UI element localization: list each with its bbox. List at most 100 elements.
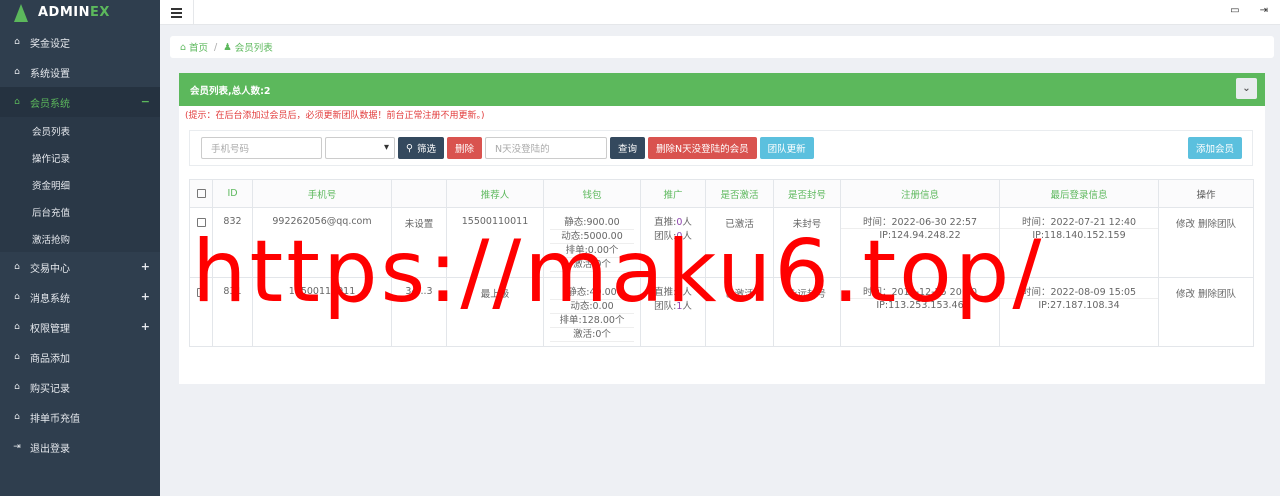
home-icon: ⌂ bbox=[14, 322, 20, 332]
cell-promo: 直推:1人 团队:1人 bbox=[640, 277, 706, 347]
phone-search-input[interactable]: 手机号码 bbox=[201, 137, 322, 159]
sidebar-item-bonus-settings[interactable]: ⌂ 奖金设定 bbox=[0, 27, 160, 57]
cell-id: 832 bbox=[212, 207, 253, 278]
expand-icon: + bbox=[140, 260, 150, 273]
logout-icon[interactable]: ⇥ bbox=[1260, 5, 1268, 16]
col-activated[interactable]: 是否激活 bbox=[705, 179, 774, 208]
row-checkbox[interactable] bbox=[196, 218, 206, 227]
col-operations: 操作 bbox=[1158, 179, 1254, 208]
logo-icon bbox=[12, 3, 30, 22]
sidebar-item-member-system[interactable]: ⌂ 会员系统 − bbox=[0, 87, 160, 117]
home-icon: ⌂ bbox=[180, 41, 187, 53]
sidebar-item-label: 商品添加 bbox=[30, 353, 70, 365]
cell-promo: 直推:0人 团队:0人 bbox=[640, 207, 706, 278]
home-icon: ⌂ bbox=[14, 262, 20, 272]
sidebar-item-label: 系统设置 bbox=[30, 68, 70, 80]
sidebar-item-logout[interactable]: ⇥ 退出登录 bbox=[0, 432, 160, 462]
col-promo[interactable]: 推广 bbox=[640, 179, 706, 208]
wallet-activation: 激活:0个 bbox=[550, 258, 634, 272]
wallet-activation: 激活:0个 bbox=[550, 328, 634, 342]
days-input[interactable]: N天没登陆的 bbox=[485, 137, 607, 159]
delete-team-link[interactable]: 删除团队 bbox=[1198, 219, 1236, 230]
sidebar-item-permissions[interactable]: ⌂ 权限管理 + bbox=[0, 312, 160, 342]
wallet-queue: 排单:0.00个 bbox=[550, 244, 634, 258]
sidebar-item-label: 会员系统 bbox=[30, 98, 70, 110]
topbar: ▭ ⇥ bbox=[160, 0, 1280, 25]
submenu-item-activation-purchase[interactable]: 激活抢购 bbox=[0, 225, 160, 252]
logout-icon: ⇥ bbox=[13, 442, 21, 452]
cell-phone[interactable]: 15500110011 bbox=[252, 277, 392, 347]
delete-button[interactable]: 删除 bbox=[446, 137, 482, 159]
home-icon: ⌂ bbox=[14, 292, 20, 302]
submenu-item-operation-log[interactable]: 操作记录 bbox=[0, 144, 160, 171]
sidebar-item-label: 交易中心 bbox=[30, 263, 70, 275]
edit-link[interactable]: 修改 bbox=[1176, 219, 1195, 230]
reg-time: 时间：2019-12-25 20:10 bbox=[841, 286, 999, 299]
sidebar-item-trade-center[interactable]: ⌂ 交易中心 + bbox=[0, 252, 160, 282]
delete-team-link[interactable]: 删除团队 bbox=[1198, 289, 1236, 300]
row-checkbox[interactable] bbox=[196, 288, 206, 297]
col-reg-info[interactable]: 注册信息 bbox=[840, 179, 1000, 208]
sidebar-item-system-settings[interactable]: ⌂ 系统设置 bbox=[0, 57, 160, 87]
col-phone[interactable]: 手机号 bbox=[252, 179, 392, 208]
col-banned[interactable]: 是否封号 bbox=[773, 179, 841, 208]
login-time: 时间：2022-08-09 15:05 bbox=[1000, 286, 1158, 299]
sidebar-item-add-product[interactable]: ⌂ 商品添加 bbox=[0, 342, 160, 372]
col-login-info[interactable]: 最后登录信息 bbox=[999, 179, 1159, 208]
sidebar-item-message-system[interactable]: ⌂ 消息系统 + bbox=[0, 282, 160, 312]
breadcrumb-home[interactable]: 首页 bbox=[189, 40, 208, 54]
col-wallet[interactable]: 钱包 bbox=[543, 179, 641, 208]
promo-direct-unit: 人 bbox=[682, 217, 692, 228]
chevron-down-icon: ⌄ bbox=[1242, 83, 1251, 94]
sidebar-item-queue-coin-recharge[interactable]: ⌂ 排单币充值 bbox=[0, 402, 160, 432]
cell-phone[interactable]: 992262056@qq.com bbox=[252, 207, 392, 278]
sidebar-item-purchase-records[interactable]: ⌂ 购买记录 bbox=[0, 372, 160, 402]
query-button[interactable]: 查询 bbox=[610, 137, 646, 159]
submenu: 会员列表 操作记录 资金明细 后台充值 激活抢购 bbox=[0, 117, 160, 252]
cell-activated: 已激活 bbox=[705, 207, 774, 278]
select-all-checkbox[interactable] bbox=[196, 188, 206, 198]
select-all-cell bbox=[189, 179, 213, 208]
col-referrer[interactable]: 推荐人 bbox=[446, 179, 544, 208]
delete-inactive-button[interactable]: 删除N天没登陆的会员 bbox=[648, 137, 757, 159]
add-member-button[interactable]: 添加会员 bbox=[1187, 137, 1242, 159]
submenu-item-backend-recharge[interactable]: 后台充值 bbox=[0, 198, 160, 225]
cell-operations: 修改 删除团队 bbox=[1158, 277, 1254, 347]
brand-name-accent: EX bbox=[90, 5, 110, 20]
menu-toggle-button[interactable] bbox=[160, 0, 194, 25]
home-icon: ⌂ bbox=[14, 67, 20, 77]
submenu-item-fund-details[interactable]: 资金明细 bbox=[0, 171, 160, 198]
submenu-item-member-list[interactable]: 会员列表 bbox=[0, 117, 160, 144]
filter-button[interactable]: ⚲ 筛选 bbox=[398, 137, 444, 159]
table-header-row: ID 手机号 推荐人 钱包 推广 是否激活 是否封号 注册信息 最后登录信息 操… bbox=[189, 179, 1254, 208]
status-select[interactable] bbox=[325, 137, 395, 159]
cell-name: 未设置 bbox=[391, 207, 447, 278]
laptop-icon[interactable]: ▭ bbox=[1230, 5, 1239, 16]
collapse-button[interactable]: ⌄ bbox=[1236, 78, 1257, 99]
breadcrumb-separator: / bbox=[214, 41, 218, 53]
filter-button-label: 筛选 bbox=[416, 144, 436, 155]
cell-activated: 已激活 bbox=[705, 277, 774, 347]
panel-header: 会员列表,总人数:2 ⌄ bbox=[179, 73, 1265, 106]
reg-time: 时间：2022-06-30 22:57 bbox=[841, 216, 999, 229]
promo-direct: 直推:1人 bbox=[641, 286, 705, 300]
promo-team-unit: 人 bbox=[682, 231, 692, 242]
wallet-static: 静态:900.00 bbox=[550, 216, 634, 230]
sidebar-item-label: 排单币充值 bbox=[30, 413, 80, 425]
edit-link[interactable]: 修改 bbox=[1176, 289, 1195, 300]
cell-banned: 永远封号 bbox=[773, 277, 841, 347]
col-id[interactable]: ID bbox=[212, 179, 253, 208]
sidebar-item-label: 退出登录 bbox=[30, 443, 70, 455]
cell-wallet: 静态:40.00 动态:0.00 排单:128.00个 激活:0个 bbox=[543, 277, 641, 347]
brand-logo[interactable]: ADMINEX bbox=[0, 0, 160, 25]
panel-hint: (提示：在后台添加过会员后，必须更新团队数据！前台正常注册不用更新。) bbox=[185, 111, 485, 121]
sidebar-item-label: 权限管理 bbox=[30, 323, 70, 335]
wallet-dynamic: 动态:5000.00 bbox=[550, 230, 634, 244]
home-icon: ⌂ bbox=[14, 97, 20, 107]
sidebar-item-label: 购买记录 bbox=[30, 383, 70, 395]
cell-referrer[interactable]: 15500110011 bbox=[446, 207, 544, 278]
login-ip: IP:27.187.108.34 bbox=[1038, 300, 1120, 311]
expand-icon: + bbox=[140, 290, 150, 303]
update-team-button[interactable]: 团队更新 bbox=[759, 137, 814, 159]
cell-referrer[interactable]: 最上级 bbox=[446, 277, 544, 347]
